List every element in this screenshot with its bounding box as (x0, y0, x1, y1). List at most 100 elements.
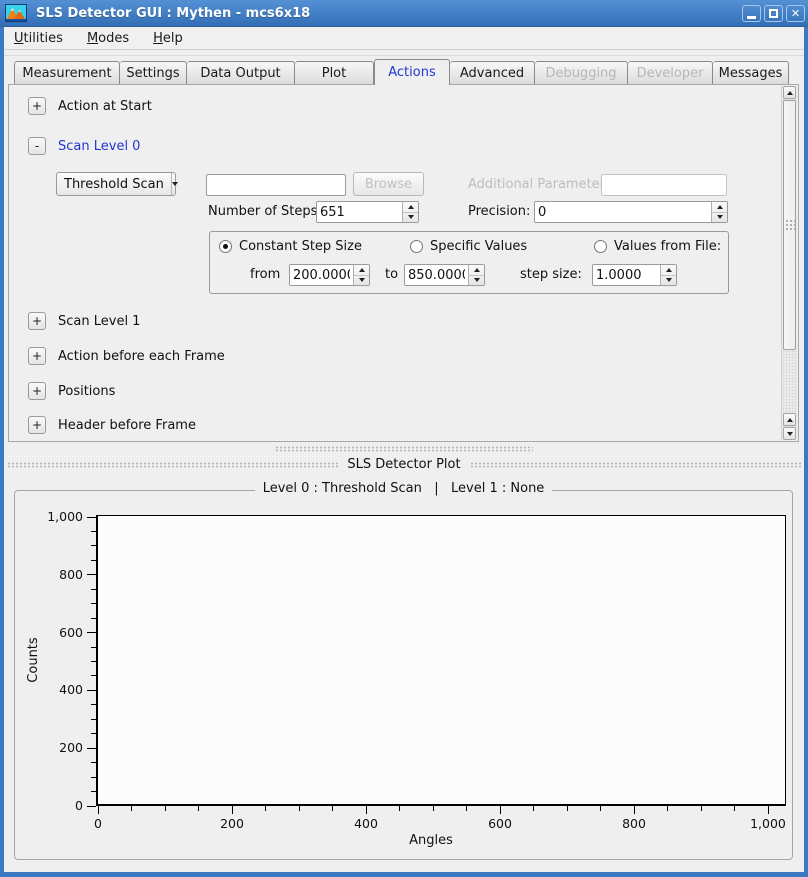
tab-plot[interactable]: Plot (295, 61, 374, 84)
precision-spinbox[interactable] (534, 201, 728, 223)
action-row-scan-level-1: + Scan Level 1 (28, 312, 140, 330)
maximize-button[interactable] (764, 5, 783, 22)
x-axis-title: Angles (331, 833, 531, 848)
x-tick-label: 0 (70, 816, 126, 831)
spin-down-button[interactable] (661, 276, 676, 286)
scroll-up-button-bottom[interactable] (783, 413, 796, 426)
chevron-down-icon (172, 182, 178, 186)
expand-button-action-before-each-frame[interactable]: + (28, 347, 46, 365)
step-size-label: step size: (520, 267, 582, 282)
number-of-steps-input[interactable] (317, 202, 402, 222)
action-row-start: + Action at Start (28, 97, 152, 115)
spin-up-button[interactable] (403, 202, 418, 213)
tab-measurement[interactable]: Measurement (14, 61, 120, 84)
y-tick-label: 600 (25, 625, 83, 640)
step-size-input[interactable] (593, 265, 660, 285)
tab-developer: Developer (628, 61, 713, 84)
spin-down-icon (666, 278, 672, 282)
expand-button-header-before-frame[interactable]: + (28, 416, 46, 434)
precision-input[interactable] (535, 202, 711, 222)
specific-values-label: Specific Values (430, 239, 527, 254)
radio-icon (594, 240, 607, 253)
x-minor-tick (600, 806, 601, 811)
x-minor-tick (399, 806, 400, 811)
spin-buttons (711, 202, 727, 222)
additional-parameter-field-wrap (601, 173, 727, 196)
step-size-spinbox[interactable] (592, 264, 677, 286)
combo-dropdown-button[interactable] (171, 173, 178, 195)
actions-scroll-area: + Action at Start - Scan Level 0 Thresho… (8, 84, 799, 442)
radio-values-from-file[interactable]: Values from File: (594, 239, 721, 253)
x-tick-label: 200 (204, 816, 260, 831)
spin-up-button[interactable] (354, 265, 369, 276)
from-spinbox[interactable] (289, 264, 370, 286)
plot-canvas[interactable] (96, 515, 786, 806)
menu-modes[interactable]: Modes (87, 31, 129, 46)
to-input[interactable] (405, 265, 468, 285)
spin-down-icon (359, 278, 365, 282)
x-tick (768, 806, 769, 814)
x-minor-tick (265, 806, 266, 811)
spin-down-button[interactable] (354, 276, 369, 286)
radio-specific-values[interactable]: Specific Values (410, 239, 527, 253)
tab-data-output[interactable]: Data Output (187, 61, 295, 84)
scrollbar-thumb[interactable] (783, 100, 796, 350)
step-mode-groupbox: Constant Step Size Specific Values Value… (209, 231, 729, 294)
scroll-down-button[interactable] (783, 427, 796, 440)
x-minor-tick (533, 806, 534, 811)
plot-dock-title: SLS Detector Plot (347, 457, 460, 472)
action-row-positions: + Positions (28, 382, 115, 400)
scan-mode-combobox[interactable]: Threshold Scan (56, 172, 176, 196)
vertical-scrollbar[interactable] (781, 86, 797, 440)
y-minor-tick (91, 589, 96, 590)
scan-level-0-label: Scan Level 0 (58, 139, 140, 154)
spin-down-button[interactable] (469, 276, 484, 286)
spin-down-button[interactable] (403, 213, 418, 223)
plot-title: Level 0 : Threshold Scan | Level 1 : Non… (255, 481, 553, 496)
tab-actions[interactable]: Actions (374, 59, 450, 85)
values-from-file-label: Values from File: (614, 239, 721, 254)
x-tick-label: 400 (338, 816, 394, 831)
titlebar[interactable]: SLS Detector GUI : Mythen - mcs6x18 ✕ (0, 0, 808, 27)
radio-constant-step-size[interactable]: Constant Step Size (219, 239, 362, 253)
precision-label: Precision: (468, 204, 530, 219)
menu-utilities[interactable]: Utilities (14, 31, 63, 46)
tab-advanced[interactable]: Advanced (450, 61, 535, 84)
close-button[interactable]: ✕ (786, 5, 805, 22)
spin-up-button[interactable] (712, 202, 727, 213)
x-tick-label: 800 (606, 816, 662, 831)
spin-down-button[interactable] (712, 213, 727, 223)
x-minor-tick (165, 806, 166, 811)
tab-messages[interactable]: Messages (713, 61, 789, 84)
expand-button-action-at-start[interactable]: + (28, 97, 46, 115)
from-input[interactable] (290, 265, 353, 285)
x-tick (500, 806, 501, 814)
action-at-start-label: Action at Start (58, 99, 152, 114)
x-tick (232, 806, 233, 814)
splitter-handle[interactable] (275, 446, 533, 452)
spin-up-icon (474, 268, 480, 272)
spin-up-button[interactable] (469, 265, 484, 276)
scroll-up-button[interactable] (783, 86, 796, 99)
tab-settings[interactable]: Settings (120, 61, 187, 84)
number-of-steps-spinbox[interactable] (316, 201, 419, 223)
additional-parameter-label: Additional Parameter: (468, 177, 609, 192)
y-minor-tick (91, 704, 96, 705)
spin-up-button[interactable] (661, 265, 676, 276)
menu-help[interactable]: Help (153, 31, 183, 46)
expand-button-positions[interactable]: + (28, 382, 46, 400)
x-minor-tick (466, 806, 467, 811)
plot-dock-titlebar: SLS Detector Plot (4, 457, 804, 472)
script-file-input[interactable] (206, 174, 346, 196)
spin-buttons (353, 265, 369, 285)
y-minor-tick (91, 647, 96, 648)
script-file-field-wrap (206, 173, 346, 196)
minimize-button[interactable] (742, 5, 761, 22)
expand-button-scan-level-1[interactable]: + (28, 312, 46, 330)
collapse-button-scan-level-0[interactable]: - (28, 137, 46, 155)
to-spinbox[interactable] (404, 264, 485, 286)
scroll-up-icon (787, 91, 793, 95)
scan-level-1-label: Scan Level 1 (58, 314, 140, 329)
x-tick-label: 600 (472, 816, 528, 831)
spin-buttons (468, 265, 484, 285)
